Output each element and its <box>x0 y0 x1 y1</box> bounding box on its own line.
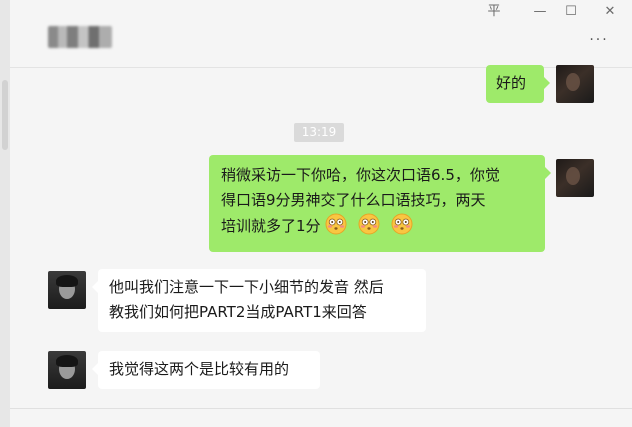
more-icon[interactable]: ··· <box>584 32 614 48</box>
maximize-icon[interactable]: ☐ <box>557 2 585 22</box>
sidebar-scrollbar[interactable] <box>2 80 8 150</box>
message-list: 好的 13:19 稍微采访一下你哈，你这次口语6.5，你觉 得口语9分男神交了什… <box>10 65 632 409</box>
flushed-face-emoji <box>325 213 347 235</box>
avatar[interactable] <box>556 159 594 197</box>
message-line: 培训就多了1分 <box>221 213 533 239</box>
minimize-icon[interactable]: — <box>526 2 554 22</box>
avatar[interactable] <box>48 351 86 389</box>
message-line: 他叫我们注意一下一下小细节的发音 然后 <box>109 278 384 296</box>
message-bubble-other[interactable]: 他叫我们注意一下一下小细节的发音 然后 教我们如何把PART2当成PART1来回… <box>92 269 426 332</box>
bubble-tail <box>545 167 551 179</box>
bubble-tail <box>544 77 550 89</box>
message-text: 我觉得这两个是比较有用的 <box>109 360 290 378</box>
close-icon[interactable]: ✕ <box>596 2 624 22</box>
message-line: 得口语9分男神交了什么口语技巧，两天 <box>221 191 486 209</box>
flushed-face-emoji <box>358 213 380 235</box>
message-bubble-self[interactable]: 好的 <box>486 65 550 103</box>
left-sidebar-edge <box>0 0 10 427</box>
message-bubble-other[interactable]: 我觉得这两个是比较有用的 <box>92 351 320 389</box>
timestamp: 13:19 <box>294 123 344 142</box>
chat-header: 平 — ☐ ✕ ··· <box>10 0 632 68</box>
message-line: 教我们如何把PART2当成PART1来回答 <box>109 303 367 321</box>
avatar[interactable] <box>48 271 86 309</box>
input-divider <box>10 408 632 409</box>
flushed-face-emoji <box>391 213 413 235</box>
message-bubble-self[interactable]: 稍微采访一下你哈，你这次口语6.5，你觉 得口语9分男神交了什么口语技巧，两天 … <box>209 155 551 252</box>
contact-name-blurred <box>48 26 112 48</box>
bubble-tail <box>92 363 98 375</box>
pin-icon[interactable]: 平 <box>480 2 508 22</box>
avatar[interactable] <box>556 65 594 103</box>
bubble-tail <box>92 281 98 293</box>
message-text: 好的 <box>496 74 527 92</box>
message-line: 稍微采访一下你哈，你这次口语6.5，你觉 <box>221 166 500 184</box>
